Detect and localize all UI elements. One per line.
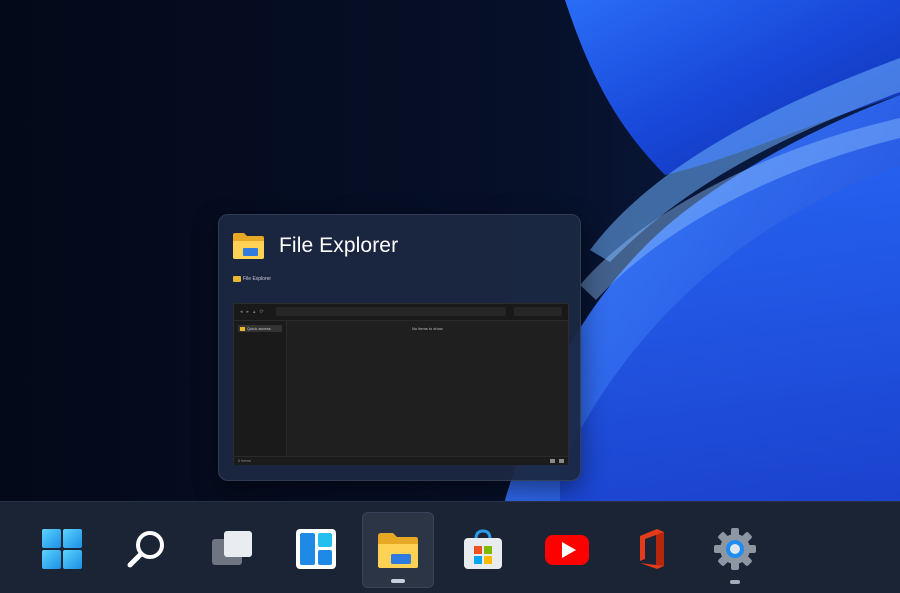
thumbnail-toolbar: ◂▸▴⟳ (234, 304, 568, 321)
running-indicator (391, 579, 405, 583)
task-view-icon (212, 531, 252, 565)
thumbnail-nav-label: Quick access (247, 326, 271, 331)
task-view-button[interactable] (196, 512, 268, 588)
thumbnail-address-bar (276, 307, 506, 316)
thumbnail-nav-pane: Quick access (234, 321, 287, 456)
settings-gear-icon (714, 528, 756, 570)
widgets-button[interactable] (280, 512, 352, 588)
view-toggle-icon (550, 459, 564, 463)
start-button[interactable] (26, 512, 98, 588)
thumbnail-caption-text: File Explorer (243, 276, 272, 282)
preview-title: File Explorer (279, 234, 399, 257)
microsoft-store-button[interactable] (447, 512, 519, 588)
thumbnail-nav-item: Quick access (238, 325, 282, 332)
windows-start-icon (42, 529, 82, 569)
office-icon (640, 529, 664, 569)
folder-icon (233, 276, 241, 282)
nav-arrows-icon: ◂▸▴⟳ (240, 309, 268, 315)
search-icon (127, 531, 164, 568)
file-explorer-icon (378, 533, 418, 568)
thumbnail-status-bar: 0 items (234, 456, 568, 465)
preview-header: File Explorer (232, 229, 398, 263)
widgets-icon (296, 529, 336, 569)
thumbnail-caption: File Explorer (233, 273, 271, 285)
search-button[interactable] (111, 512, 183, 588)
file-explorer-button[interactable] (362, 512, 434, 588)
taskbar (0, 501, 900, 593)
youtube-button[interactable] (531, 512, 603, 588)
star-icon (240, 326, 245, 331)
file-explorer-icon (233, 233, 264, 259)
youtube-icon (545, 535, 589, 565)
running-indicator (730, 580, 740, 584)
office-button[interactable] (615, 512, 687, 588)
taskbar-thumbnail-preview[interactable]: File Explorer File Explorer ◂▸▴⟳ Quick a… (218, 214, 581, 481)
window-thumbnail[interactable]: File Explorer ◂▸▴⟳ Quick access No items… (233, 273, 569, 468)
thumbnail-status-text: 0 items (238, 458, 251, 463)
thumbnail-window-frame: ◂▸▴⟳ Quick access No items to show 0 ite… (233, 303, 569, 465)
microsoft-store-icon (464, 529, 502, 569)
settings-button[interactable] (699, 512, 771, 588)
thumbnail-search-box (514, 307, 562, 316)
thumbnail-empty-text: No items to show (412, 326, 443, 331)
